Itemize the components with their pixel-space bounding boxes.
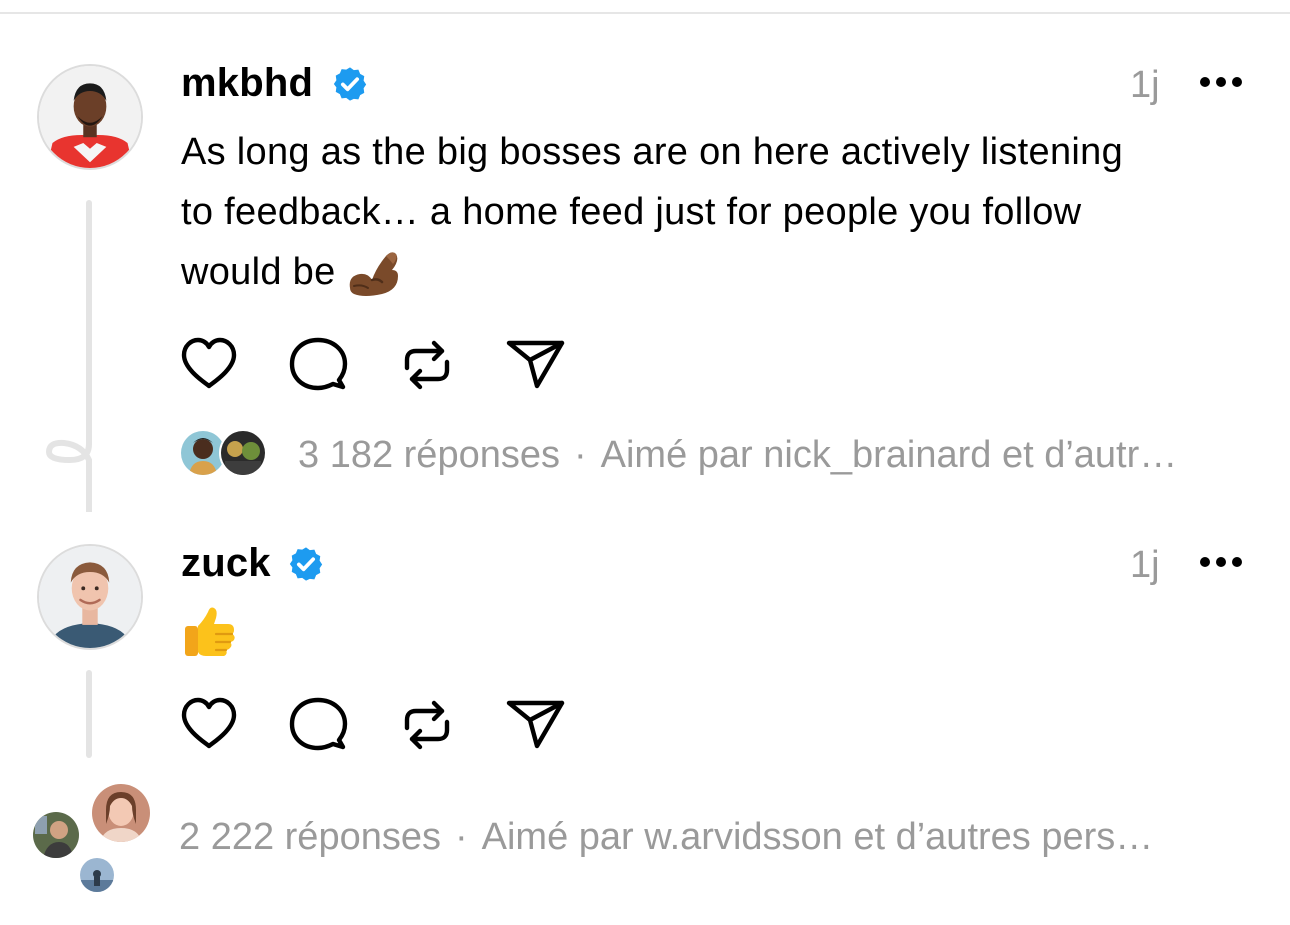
heart-icon[interactable] [178, 334, 240, 396]
more-icon[interactable] [1199, 76, 1243, 88]
thumbs-up-emoji [182, 602, 238, 658]
username[interactable]: mkbhd [181, 63, 313, 103]
post-text-line: would be [181, 251, 336, 293]
thread-post-zuck: zuck 1j 2 222 réponses · Aimé par w.arvi… [0, 520, 1290, 925]
timestamp: 1j [1130, 544, 1160, 586]
heart-icon[interactable] [178, 694, 240, 756]
send-icon[interactable] [505, 334, 567, 396]
post-text-line: As long as the big bosses are on here ac… [181, 131, 1124, 173]
liked-by[interactable]: Aimé par w.arvidsson et d’autres pers… [482, 816, 1154, 858]
post-meta: 3 182 réponses · Aimé par nick_brainard et… [298, 436, 1177, 474]
meta-separator: · [454, 816, 468, 858]
timestamp: 1j [1130, 64, 1160, 106]
pinching-hand-emoji [346, 246, 400, 296]
reply-avatar [78, 856, 116, 894]
reply-avatar [31, 810, 81, 860]
repost-icon[interactable] [396, 694, 458, 756]
post-actions [178, 694, 578, 754]
avatar[interactable] [37, 544, 143, 650]
replies-count[interactable]: 3 182 réponses [298, 434, 560, 476]
verified-badge-icon [331, 65, 369, 103]
more-icon[interactable] [1199, 556, 1243, 568]
comment-bubble-icon[interactable] [287, 694, 349, 756]
post-text-line: to feedback… a home feed just for people… [181, 191, 1082, 233]
reply-avatar [219, 429, 267, 477]
thread-loop [45, 430, 92, 512]
verified-badge-icon [287, 545, 325, 583]
username[interactable]: zuck [181, 543, 271, 583]
liked-by[interactable]: Aimé par nick_brainard et d’autr… [601, 434, 1178, 476]
post-text: As long as the big bosses are on here ac… [181, 122, 1123, 302]
meta-separator: · [573, 434, 587, 476]
post-text-line: would be [181, 242, 1123, 302]
reply-avatar [90, 782, 152, 844]
repost-icon[interactable] [396, 334, 458, 396]
thread-post-mkbhd: mkbhd 1j As long as the big bosses are o… [0, 0, 1290, 520]
thread-line [86, 670, 92, 758]
avatar[interactable] [37, 64, 143, 170]
replies-count[interactable]: 2 222 réponses [179, 816, 441, 858]
thread-line [86, 200, 92, 440]
post-meta: 2 222 réponses · Aimé par w.arvidsson et d… [179, 818, 1153, 856]
comment-bubble-icon[interactable] [287, 334, 349, 396]
post-actions [178, 334, 578, 394]
send-icon[interactable] [505, 694, 567, 756]
